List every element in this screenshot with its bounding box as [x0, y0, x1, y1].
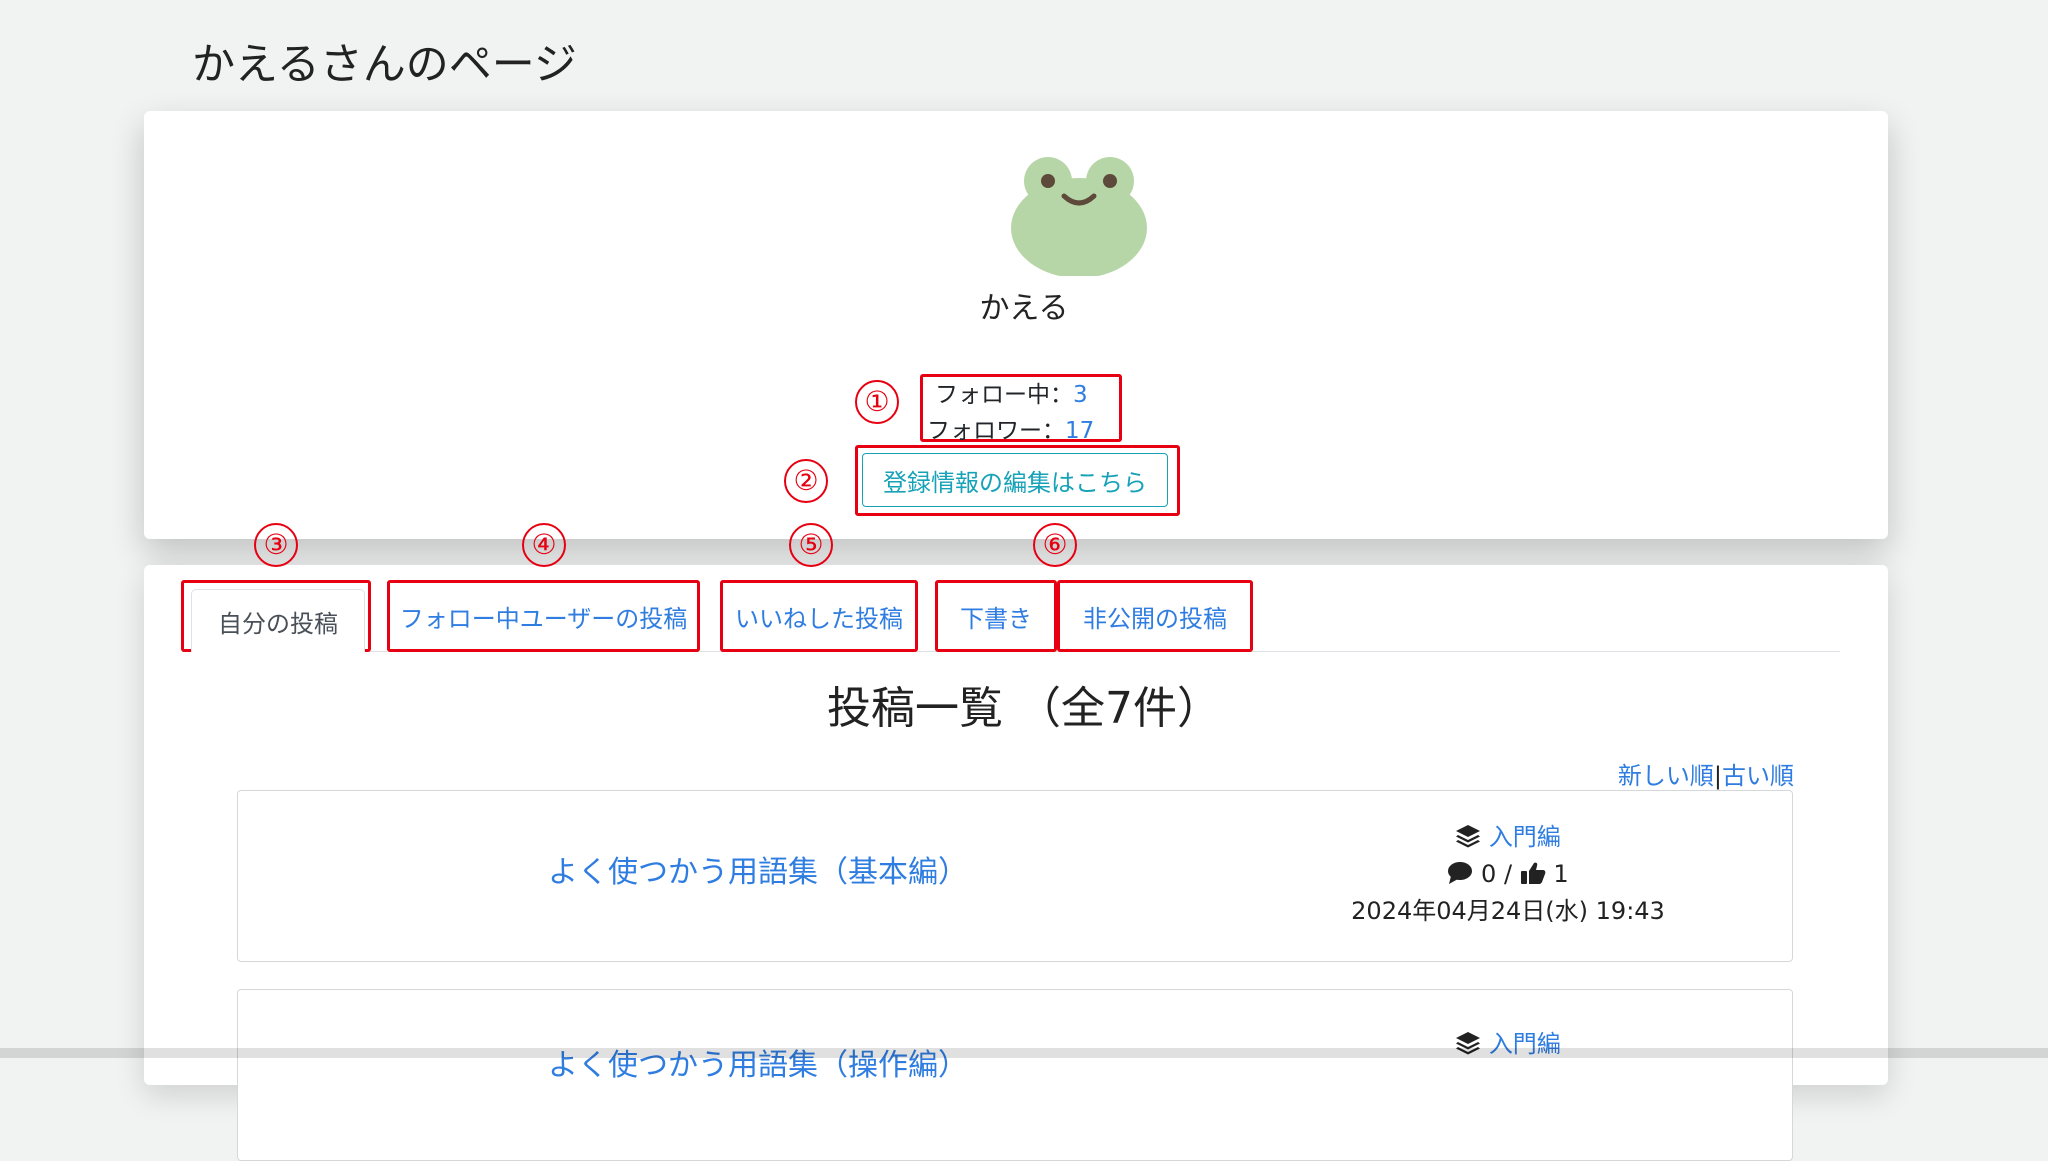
post-title-link[interactable]: よく使つかう用語集（操作編）: [548, 1040, 968, 1084]
post-list-heading: 投稿一覧 （全7件）: [827, 683, 1221, 734]
tab-private-posts[interactable]: 非公開の投稿: [1057, 580, 1253, 652]
post-category-link[interactable]: 入門編: [1489, 823, 1561, 851]
sort-links: 新しい順|古い順: [1618, 756, 1794, 791]
tab-following-posts-label: フォロー中ユーザーの投稿: [399, 604, 688, 633]
tab-my-posts[interactable]: 自分の投稿: [181, 580, 371, 652]
post-category: 入門編: [1308, 819, 1708, 856]
following-stat: フォロー中：3: [923, 377, 1119, 413]
stats-separator: /: [1503, 860, 1513, 888]
username: かえる: [979, 291, 1069, 326]
tab-liked-posts-label: いいねした投稿: [735, 604, 903, 633]
frog-avatar-icon: [1011, 157, 1147, 276]
post-card: よく使つかう用語集（基本編） 入門編 0 / 1 2024年04月24日(水) …: [237, 790, 1793, 962]
comment-icon: [1448, 862, 1473, 884]
tab-liked-posts[interactable]: いいねした投稿: [720, 580, 918, 652]
annotation-marker-4: ④: [522, 523, 566, 567]
comment-count: 0: [1481, 860, 1497, 888]
annotation-marker-2: ②: [784, 459, 828, 503]
tab-private-posts-label: 非公開の投稿: [1083, 604, 1227, 633]
followers-count-link[interactable]: 17: [1065, 418, 1094, 444]
following-label: フォロー中：: [935, 382, 1073, 408]
sort-newest-link[interactable]: 新しい順: [1618, 762, 1714, 790]
annotation-marker-5: ⑤: [789, 523, 833, 567]
post-title-link[interactable]: よく使つかう用語集（基本編）: [548, 847, 968, 891]
tab-drafts[interactable]: 下書き: [935, 580, 1057, 652]
tab-drafts-label: 下書き: [960, 604, 1032, 633]
thumbs-up-icon: [1520, 862, 1546, 884]
tab-following-posts[interactable]: フォロー中ユーザーの投稿: [387, 580, 700, 652]
bottom-edge-shadow: [0, 1048, 2048, 1058]
annotation-marker-1: ①: [855, 380, 899, 424]
layers-icon: [1456, 825, 1481, 848]
post-meta: 入門編 0 / 1 2024年04月24日(水) 19:43: [1308, 819, 1708, 930]
followers-label: フォロワー：: [927, 418, 1065, 444]
page-title: かえるさんのページ: [192, 40, 577, 90]
following-count-link[interactable]: 3: [1073, 382, 1088, 408]
followers-stat: フォロワー：17: [923, 413, 1119, 449]
like-count: 1: [1553, 860, 1569, 888]
post-card: よく使つかう用語集（操作編） 入門編: [237, 989, 1793, 1161]
tab-my-posts-label: 自分の投稿: [191, 589, 365, 652]
post-stats: 0 / 1: [1308, 856, 1708, 893]
post-date: 2024年04月24日(水) 19:43: [1351, 897, 1665, 925]
follow-stats: フォロー中：3 フォロワー：17: [920, 374, 1122, 444]
edit-profile-button[interactable]: 登録情報の編集はこちら: [862, 453, 1168, 507]
annotation-marker-3: ③: [254, 523, 298, 567]
sort-separator: |: [1713, 762, 1722, 790]
edit-profile-highlight: 登録情報の編集はこちら: [855, 445, 1180, 516]
annotation-marker-6: ⑥: [1033, 523, 1077, 567]
sort-oldest-link[interactable]: 古い順: [1722, 762, 1794, 790]
